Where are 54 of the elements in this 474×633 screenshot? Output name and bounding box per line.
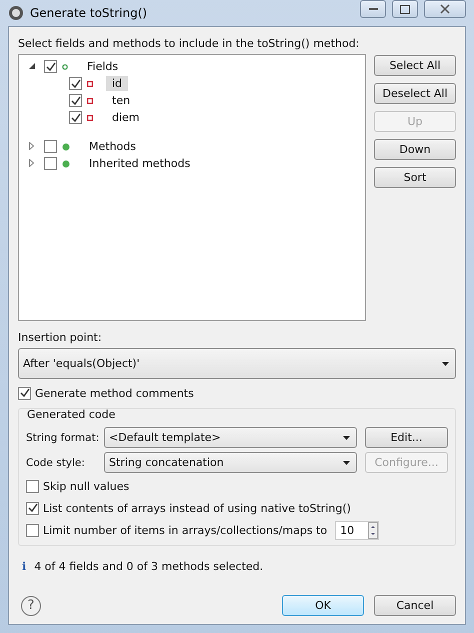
dropdown-caret-icon <box>442 362 449 366</box>
instruction-text: Select fields and methods to include in the toString() method: <box>18 37 360 50</box>
tree-item[interactable]: Fields <box>81 59 124 74</box>
action-button[interactable]: Select All <box>374 55 456 76</box>
close-icon <box>440 4 450 14</box>
square-icon <box>87 114 93 120</box>
tree-item[interactable]: diem <box>106 110 146 125</box>
checkbox-label: Generate method comments <box>35 386 194 400</box>
action-button[interactable]: Edit... <box>365 427 448 448</box>
field-label: Code style: <box>26 456 86 468</box>
tree-item[interactable]: id <box>106 76 128 91</box>
info-icon: i <box>22 560 26 573</box>
dot-icon <box>62 142 70 150</box>
checkbox[interactable] <box>26 502 39 514</box>
square-icon <box>87 98 93 104</box>
checkbox[interactable] <box>44 60 57 73</box>
checkbox[interactable] <box>44 140 57 153</box>
dialog-button[interactable]: Cancel <box>374 595 456 616</box>
group-title: Generated code <box>27 408 116 421</box>
dialog-button[interactable]: OK <box>282 595 364 616</box>
action-button[interactable]: Sort <box>374 167 456 188</box>
checkbox[interactable] <box>26 524 39 536</box>
tree-item[interactable]: Methods <box>83 139 142 154</box>
maximize-icon <box>400 4 410 14</box>
checkbox[interactable] <box>69 94 82 107</box>
checkbox-label: Skip null values <box>43 480 130 492</box>
circle-icon <box>62 64 68 70</box>
action-button[interactable]: Deselect All <box>374 83 456 104</box>
number-spinner[interactable]: 10 <box>335 520 380 540</box>
status-text: 4 of 4 fields and 0 of 3 methods selected. <box>34 560 264 573</box>
help-button[interactable]: ? <box>21 596 41 616</box>
tree-item[interactable]: ten <box>106 93 136 108</box>
minimize-icon <box>368 8 378 10</box>
checkbox[interactable] <box>26 480 39 492</box>
minimize-button[interactable] <box>360 0 386 18</box>
checkbox-label: Limit number of items in arrays/collections/maps to <box>43 524 328 536</box>
dropdown[interactable]: <Default template> <box>104 427 357 448</box>
close-button[interactable] <box>424 0 466 18</box>
action-button[interactable]: Down <box>374 139 456 160</box>
dropdown-caret-icon <box>343 460 350 464</box>
tree-item[interactable]: Inherited methods <box>83 156 196 171</box>
checkbox[interactable] <box>69 77 82 90</box>
maximize-button[interactable] <box>392 0 418 18</box>
dropdown-caret-icon <box>343 436 350 440</box>
checkbox[interactable] <box>69 111 82 124</box>
square-icon <box>87 80 93 86</box>
insertion-point-dropdown[interactable]: After 'equals(Object)' <box>18 348 456 379</box>
checkbox[interactable] <box>18 386 31 400</box>
dot-icon <box>62 160 70 168</box>
field-label: String format: <box>26 432 100 444</box>
checkbox[interactable] <box>44 157 57 170</box>
checkbox-label: List contents of arrays instead of using native toString() <box>43 502 351 514</box>
field-label: Insertion point: <box>18 331 103 344</box>
window-title: Generate toString() <box>30 6 148 20</box>
